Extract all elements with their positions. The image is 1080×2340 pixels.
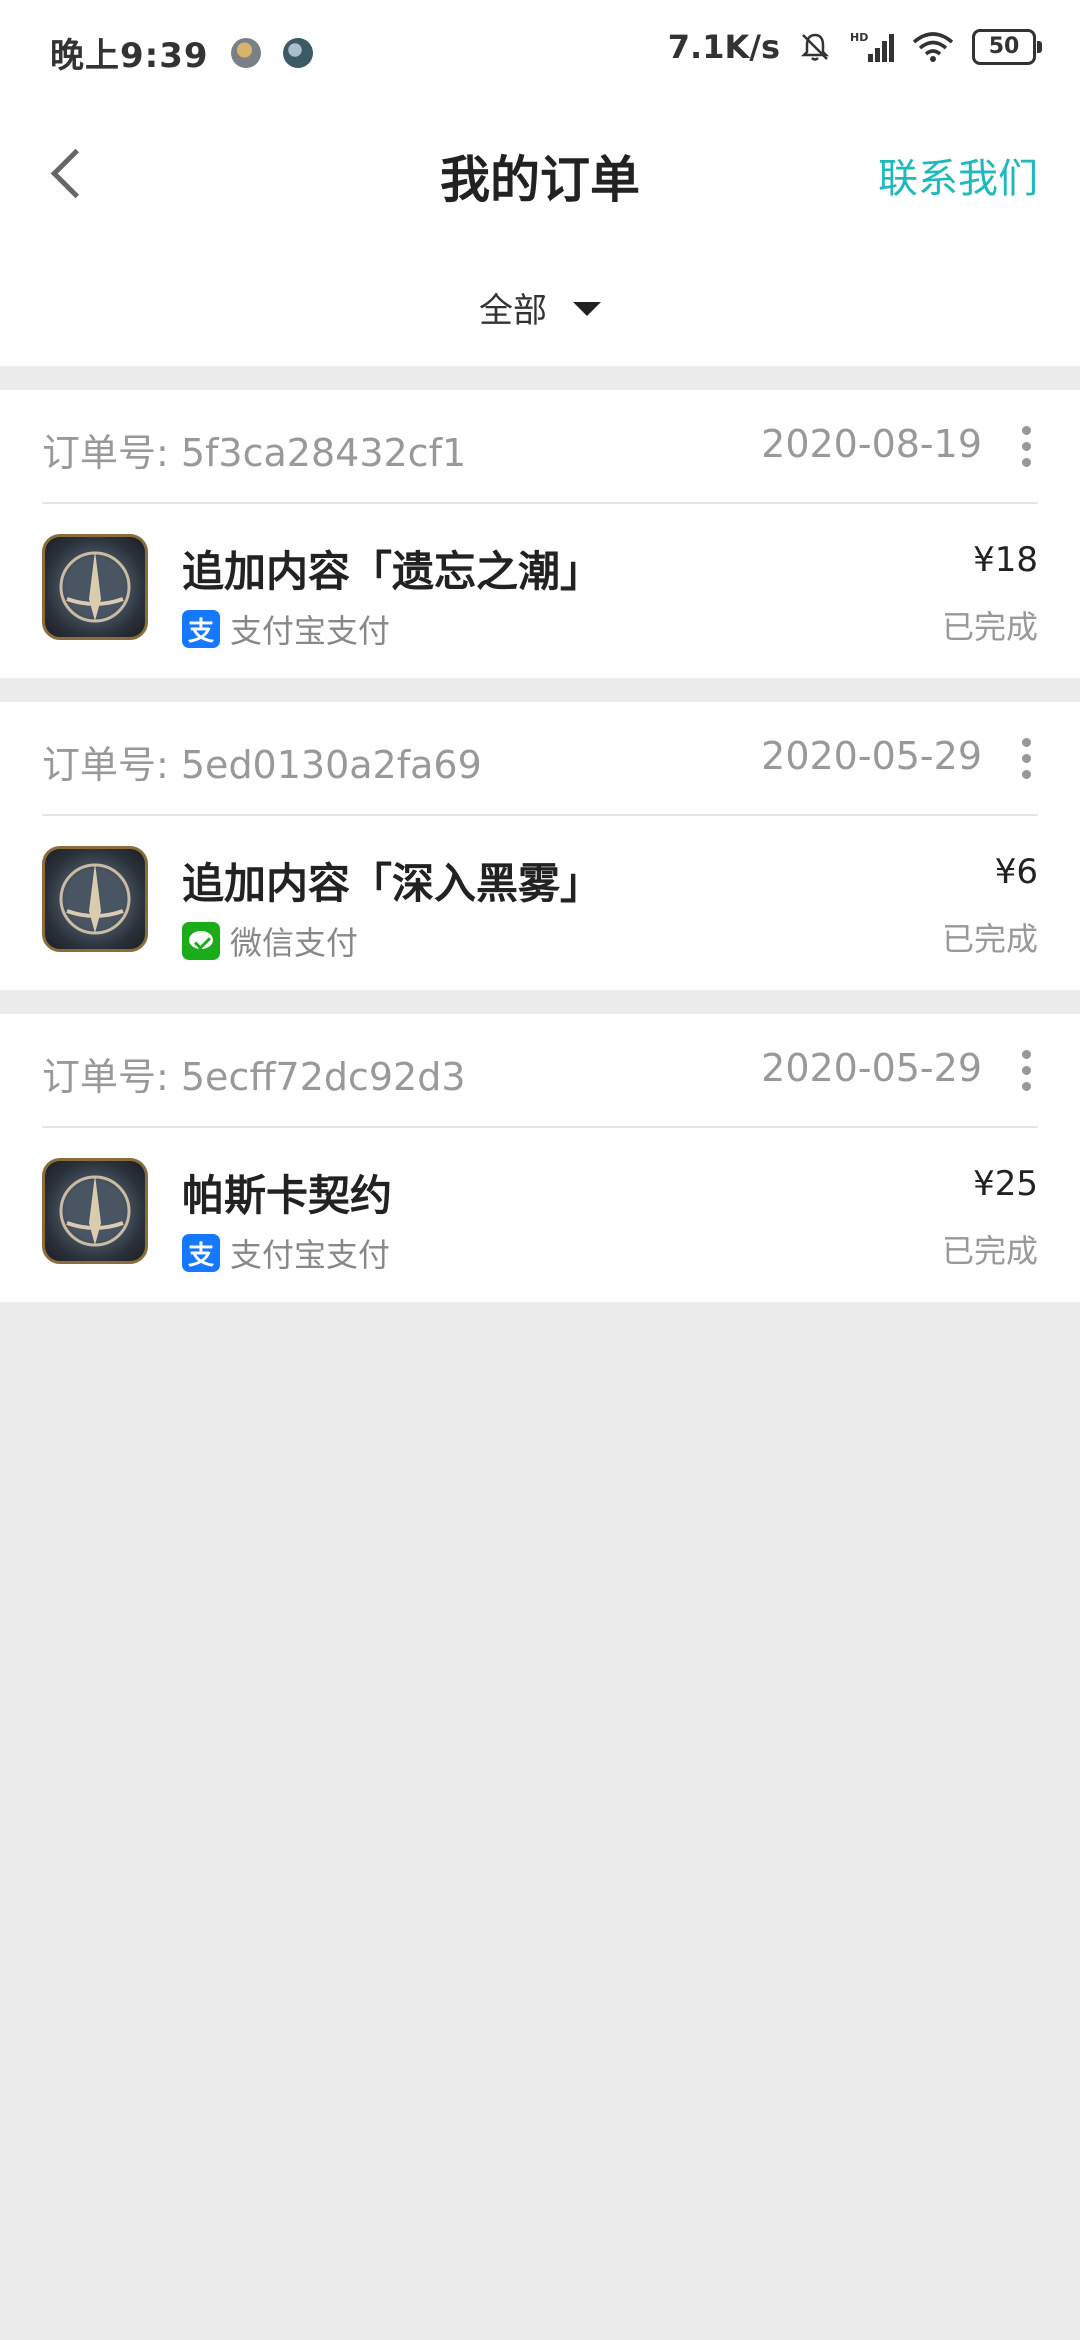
battery-icon: 50 bbox=[972, 29, 1042, 65]
status-left: 晚上9:39 bbox=[50, 28, 313, 77]
status-time: 晚上9:39 bbox=[50, 36, 209, 76]
payment-method-label: 支付宝支付 bbox=[230, 612, 391, 650]
order-number: 订单号: 5f3ca28432cf1 bbox=[42, 431, 467, 475]
status-right: 7.1K/s HD 50 bbox=[667, 28, 1042, 66]
filter-label: 全部 bbox=[479, 290, 547, 331]
more-options-icon[interactable] bbox=[1020, 426, 1032, 467]
network-speed: 7.1K/s bbox=[667, 28, 780, 66]
order-filter-dropdown[interactable]: 全部 bbox=[0, 248, 1080, 366]
caret-down-icon bbox=[573, 302, 601, 316]
wechat-pay-icon bbox=[182, 922, 220, 960]
payment-method: 支付宝支付 bbox=[182, 606, 390, 652]
order-body: 帕斯卡契约 支付宝支付 ¥25 已完成 bbox=[42, 1128, 1038, 1302]
payment-method: 微信支付 bbox=[182, 918, 358, 964]
alipay-icon bbox=[182, 1234, 220, 1272]
order-card[interactable]: 订单号: 5f3ca28432cf1 2020-08-19 追加内容「遗忘之潮」… bbox=[0, 390, 1080, 678]
order-date: 2020-05-29 bbox=[761, 734, 982, 778]
order-card[interactable]: 订单号: 5ed0130a2fa69 2020-05-29 追加内容「深入黑雾」… bbox=[0, 702, 1080, 990]
order-price: ¥18 bbox=[973, 540, 1038, 580]
notification-app-icon bbox=[230, 37, 261, 68]
mute-bell-icon bbox=[800, 33, 830, 61]
order-status: 已完成 bbox=[941, 608, 1038, 646]
more-options-icon[interactable] bbox=[1020, 738, 1032, 779]
order-status: 已完成 bbox=[941, 1232, 1038, 1270]
order-card[interactable]: 订单号: 5ecff72dc92d3 2020-05-29 帕斯卡契约 支付宝支… bbox=[0, 1014, 1080, 1302]
order-status: 已完成 bbox=[941, 920, 1038, 958]
navigation-bar: 我的订单 联系我们 bbox=[0, 98, 1080, 248]
product-name: 帕斯卡契约 bbox=[182, 1171, 393, 1220]
payment-method: 支付宝支付 bbox=[182, 1230, 390, 1276]
payment-method-label: 支付宝支付 bbox=[230, 1236, 391, 1274]
order-price: ¥25 bbox=[973, 1164, 1038, 1204]
status-bar: 晚上9:39 7.1K/s HD 50 bbox=[0, 0, 1080, 98]
order-header: 订单号: 5ecff72dc92d3 2020-05-29 bbox=[42, 1014, 1038, 1128]
svg-text:HD: HD bbox=[850, 31, 868, 44]
product-name: 追加内容「深入黑雾」 bbox=[182, 859, 603, 908]
game-icon bbox=[42, 534, 148, 640]
order-header: 订单号: 5f3ca28432cf1 2020-08-19 bbox=[42, 390, 1038, 504]
wifi-icon bbox=[912, 32, 954, 62]
order-body: 追加内容「深入黑雾」 微信支付 ¥6 已完成 bbox=[42, 816, 1038, 990]
order-body: 追加内容「遗忘之潮」 支付宝支付 ¥18 已完成 bbox=[42, 504, 1038, 678]
top-area: 晚上9:39 7.1K/s HD 50 我的订单 联系我们 全部 bbox=[0, 0, 1080, 366]
payment-method-label: 微信支付 bbox=[230, 924, 359, 962]
order-price: ¥6 bbox=[994, 852, 1038, 892]
more-options-icon[interactable] bbox=[1020, 1050, 1032, 1091]
game-icon bbox=[42, 846, 148, 952]
order-number: 订单号: 5ed0130a2fa69 bbox=[42, 743, 482, 787]
notification-globe-icon bbox=[282, 37, 313, 68]
order-date: 2020-05-29 bbox=[761, 1046, 982, 1090]
game-icon bbox=[42, 1158, 148, 1264]
product-name: 追加内容「遗忘之潮」 bbox=[182, 547, 603, 596]
contact-us-button[interactable]: 联系我们 bbox=[878, 146, 1038, 204]
order-list: 订单号: 5f3ca28432cf1 2020-08-19 追加内容「遗忘之潮」… bbox=[0, 390, 1080, 1302]
signal-hd-icon: HD bbox=[850, 31, 894, 62]
order-date: 2020-08-19 bbox=[761, 422, 982, 466]
order-number: 订单号: 5ecff72dc92d3 bbox=[42, 1055, 466, 1099]
alipay-icon bbox=[182, 610, 220, 648]
order-header: 订单号: 5ed0130a2fa69 2020-05-29 bbox=[42, 702, 1038, 816]
